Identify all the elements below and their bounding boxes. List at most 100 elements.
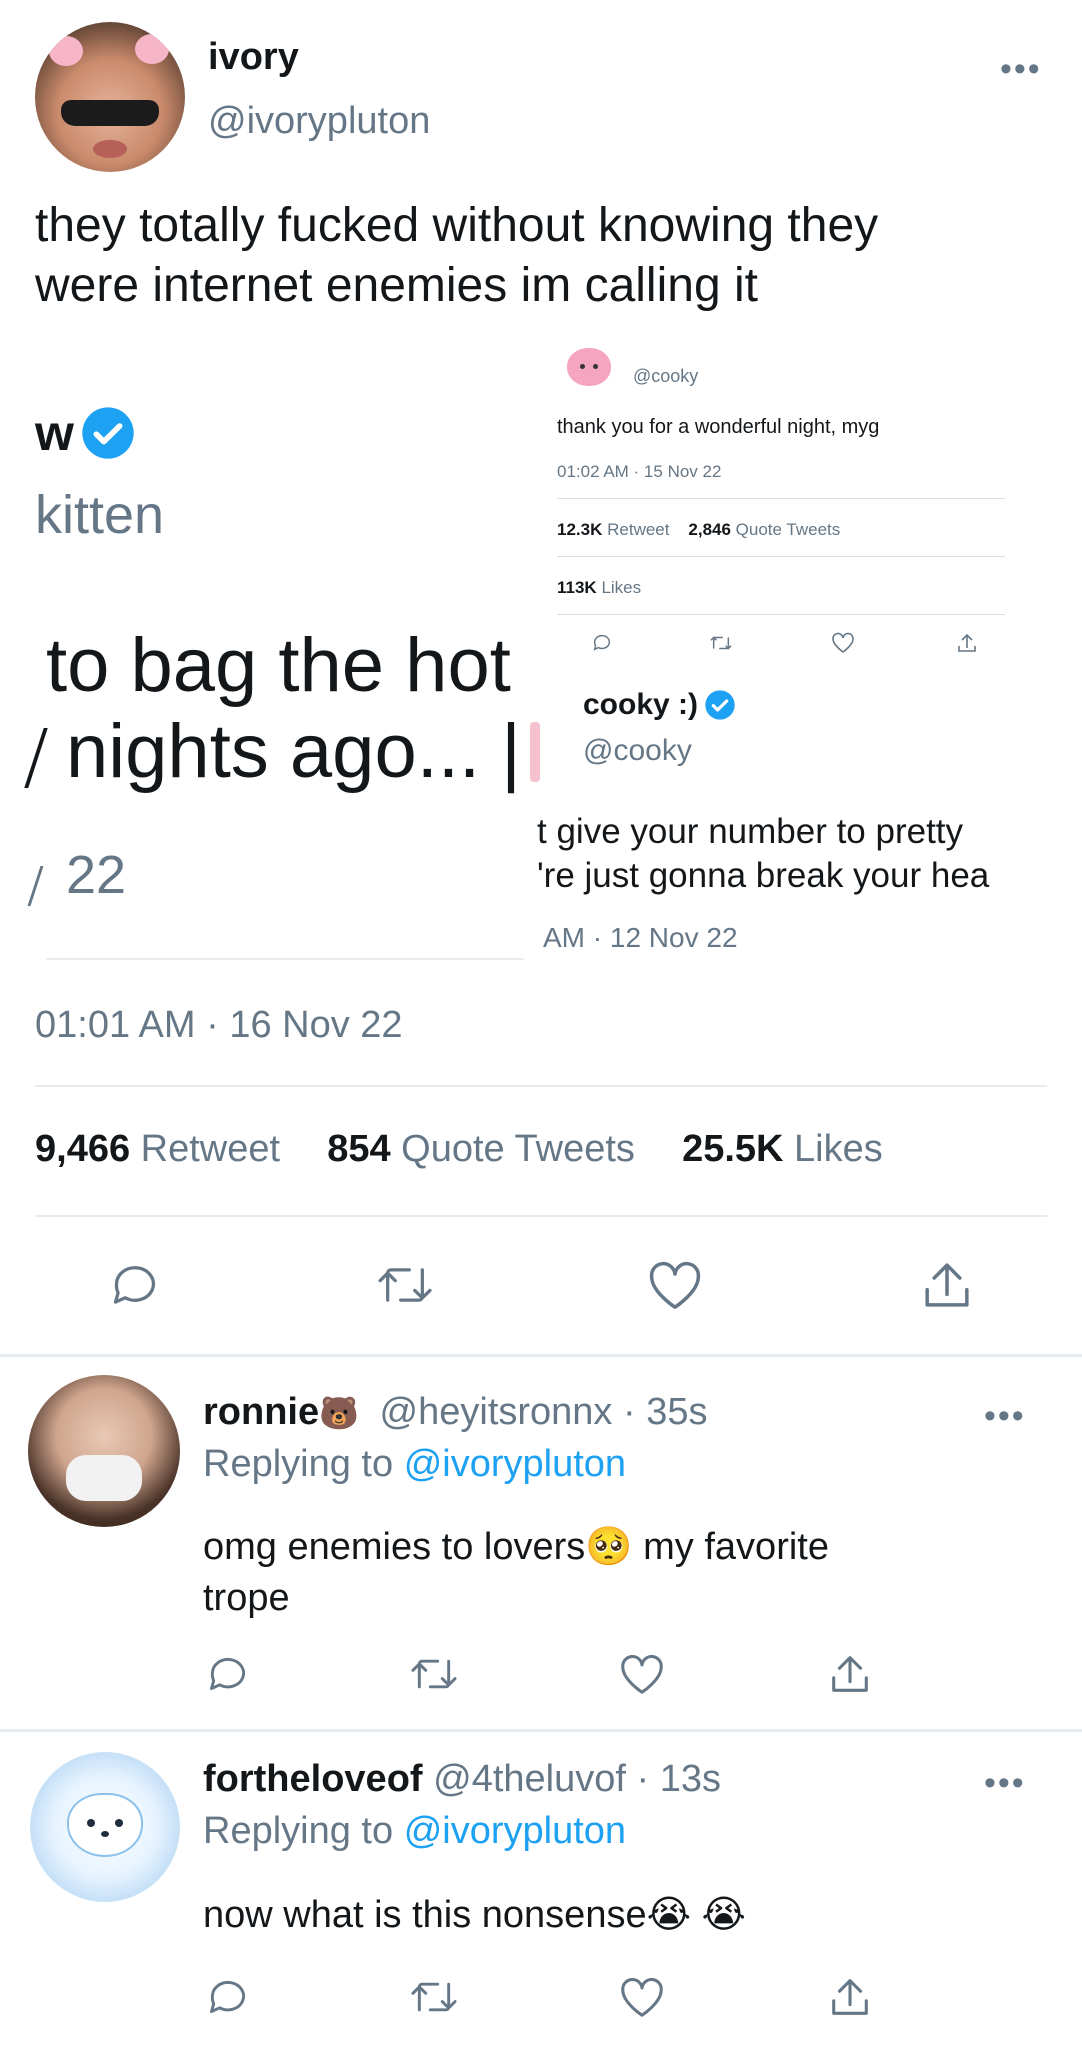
- author-handle[interactable]: @ivorypluton: [208, 100, 430, 143]
- cat-face-icon: [67, 1793, 143, 1857]
- like-button[interactable]: [614, 1972, 670, 2022]
- top-right-likes-label: Likes: [601, 578, 642, 597]
- bottom-right-handle: @cooky: [583, 734, 692, 767]
- speech-bubble-icon: [593, 634, 611, 651]
- retweets-label[interactable]: Retweet: [141, 1128, 280, 1170]
- tweet-media[interactable]: w kitten to bag the hot nights ago... | …: [0, 332, 1082, 972]
- top-right-likes: 113K Likes: [557, 578, 641, 598]
- quote-tweets-count[interactable]: 854: [327, 1128, 390, 1170]
- face-mask-icon: [66, 1455, 142, 1501]
- quote-tweets-label[interactable]: Quote Tweets: [401, 1128, 635, 1170]
- reply-button[interactable]: [100, 1255, 170, 1315]
- retweet-button[interactable]: [370, 1255, 440, 1315]
- share-upload-icon: [832, 1979, 868, 2015]
- reply-display-name[interactable]: fortheloveof: [203, 1758, 423, 1800]
- more-dots-icon[interactable]: •••: [1000, 52, 1042, 86]
- heart-icon: [832, 632, 854, 653]
- cooky-emoji-fragment: [530, 722, 540, 782]
- bottom-right-text-line-1: t give your number to pretty: [537, 812, 964, 851]
- speech-bubble-icon: [113, 1266, 156, 1304]
- reply-text-line-1: now what is this nonsense😭 😭: [203, 1894, 746, 1936]
- tweet-stats: 9,466 Retweet 854 Quote Tweets 25.5K Lik…: [35, 1128, 883, 1171]
- retweet-arrows-icon: [710, 636, 732, 650]
- reply-time: · 35s: [623, 1391, 708, 1433]
- speech-bubble-icon: [210, 1980, 246, 2013]
- bunny-ears-icon: [135, 34, 169, 64]
- retweet-arrows-icon: [378, 1268, 432, 1302]
- tweet-text-line-1: they totally fucked without knowing they: [35, 199, 879, 252]
- like-button[interactable]: [640, 1255, 710, 1315]
- share-upload-icon: [925, 1263, 969, 1307]
- top-right-screenshot: @cooky thank you for a wonderful night, …: [545, 332, 1025, 662]
- heart-icon: [621, 1978, 663, 2017]
- tweet-text-line-2: were internet enemies im calling it: [35, 259, 758, 312]
- sunglasses-icon: [61, 100, 159, 126]
- heart-icon: [621, 1655, 663, 1694]
- replying-to-link[interactable]: @ivorypluton: [404, 1443, 626, 1485]
- verified-badge-icon: [82, 407, 134, 459]
- share-button[interactable]: [822, 1649, 878, 1699]
- divider: [35, 1215, 1047, 1217]
- reply-item[interactable]: ronnie🐻 @heyitsronnx · 35s ••• Replying …: [0, 1357, 1082, 1732]
- reply-display-name[interactable]: ronnie: [203, 1391, 319, 1433]
- more-dots-icon[interactable]: •••: [984, 1399, 1026, 1433]
- reply-item[interactable]: fortheloveof @4theluvof · 13s ••• Replyi…: [0, 1732, 1082, 2048]
- bottom-right-screenshot: cooky :) @cooky t give your number to pr…: [537, 672, 1047, 952]
- top-right-retweets-count: 12.3K: [557, 520, 603, 539]
- reply-button[interactable]: [200, 1649, 256, 1699]
- verified-badge-icon: [705, 690, 735, 720]
- left-screenshot-crop-mark: [27, 866, 44, 906]
- left-screenshot-name: w: [35, 405, 74, 461]
- reply-text-line-1: omg enemies to lovers🥺 my favorite: [203, 1526, 829, 1568]
- cooky-avatar-icon: [567, 348, 611, 386]
- top-right-quotes-count: 2,846: [688, 520, 731, 539]
- replying-to-label: Replying to: [203, 1810, 394, 1852]
- bear-emoji: 🐻: [319, 1395, 359, 1431]
- retweet-button[interactable]: [406, 1972, 462, 2022]
- likes-label[interactable]: Likes: [794, 1128, 883, 1170]
- reply-time: · 13s: [636, 1758, 721, 1800]
- reply-handle[interactable]: @4theluvof: [433, 1758, 626, 1800]
- top-right-likes-count: 113K: [557, 578, 597, 597]
- reply-avatar[interactable]: [30, 1752, 180, 1902]
- share-upload-icon: [832, 1656, 868, 1692]
- left-screenshot-handle: kitten: [35, 485, 165, 545]
- top-right-stats: 12.3K Retweet 2,846 Quote Tweets: [557, 520, 840, 540]
- left-screenshot-text-line-2: nights ago... |: [66, 709, 521, 794]
- reply-text-line-2: trope: [203, 1577, 290, 1619]
- divider: [35, 1085, 1047, 1087]
- share-upload-icon: [958, 633, 976, 652]
- replying-to-link[interactable]: @ivorypluton: [404, 1810, 626, 1852]
- left-screenshot-date: 22: [66, 845, 127, 905]
- top-right-timestamp: 01:02 AM · 15 Nov 22: [557, 462, 722, 481]
- tweet-timestamp[interactable]: 01:01 AM · 16 Nov 22: [35, 1004, 403, 1047]
- share-button[interactable]: [912, 1255, 982, 1315]
- retweet-arrows-icon: [411, 1659, 457, 1689]
- lips-icon: [93, 140, 127, 158]
- replying-to-label: Replying to: [203, 1443, 394, 1485]
- heart-icon: [649, 1261, 701, 1309]
- bottom-right-text-line-2: 're just gonna break your hea: [537, 856, 990, 895]
- left-screenshot-divider: [46, 958, 524, 960]
- top-right-handle: @cooky: [633, 366, 699, 386]
- bottom-right-timestamp: AM · 12 Nov 22: [543, 922, 738, 952]
- like-button[interactable]: [614, 1649, 670, 1699]
- top-right-retweets-label: Retweet: [607, 520, 670, 539]
- reply-button[interactable]: [200, 1972, 256, 2022]
- bottom-right-display-name: cooky :): [583, 688, 699, 721]
- retweet-button[interactable]: [406, 1649, 462, 1699]
- left-screenshot: w kitten to bag the hot nights ago... | …: [0, 332, 530, 972]
- top-right-divider: [557, 556, 1005, 557]
- share-button[interactable]: [822, 1972, 878, 2022]
- author-avatar[interactable]: [35, 22, 185, 172]
- likes-count[interactable]: 25.5K: [682, 1128, 783, 1170]
- speech-bubble-icon: [210, 1657, 246, 1690]
- more-dots-icon[interactable]: •••: [984, 1766, 1026, 1800]
- reply-handle[interactable]: @heyitsronnx: [380, 1391, 613, 1433]
- reply-avatar[interactable]: [28, 1375, 180, 1527]
- retweet-arrows-icon: [411, 1982, 457, 2012]
- retweets-count[interactable]: 9,466: [35, 1128, 130, 1170]
- author-display-name[interactable]: ivory: [208, 36, 299, 79]
- left-screenshot-crop-mark: [24, 728, 48, 788]
- top-right-text: thank you for a wonderful night, myg: [557, 416, 880, 438]
